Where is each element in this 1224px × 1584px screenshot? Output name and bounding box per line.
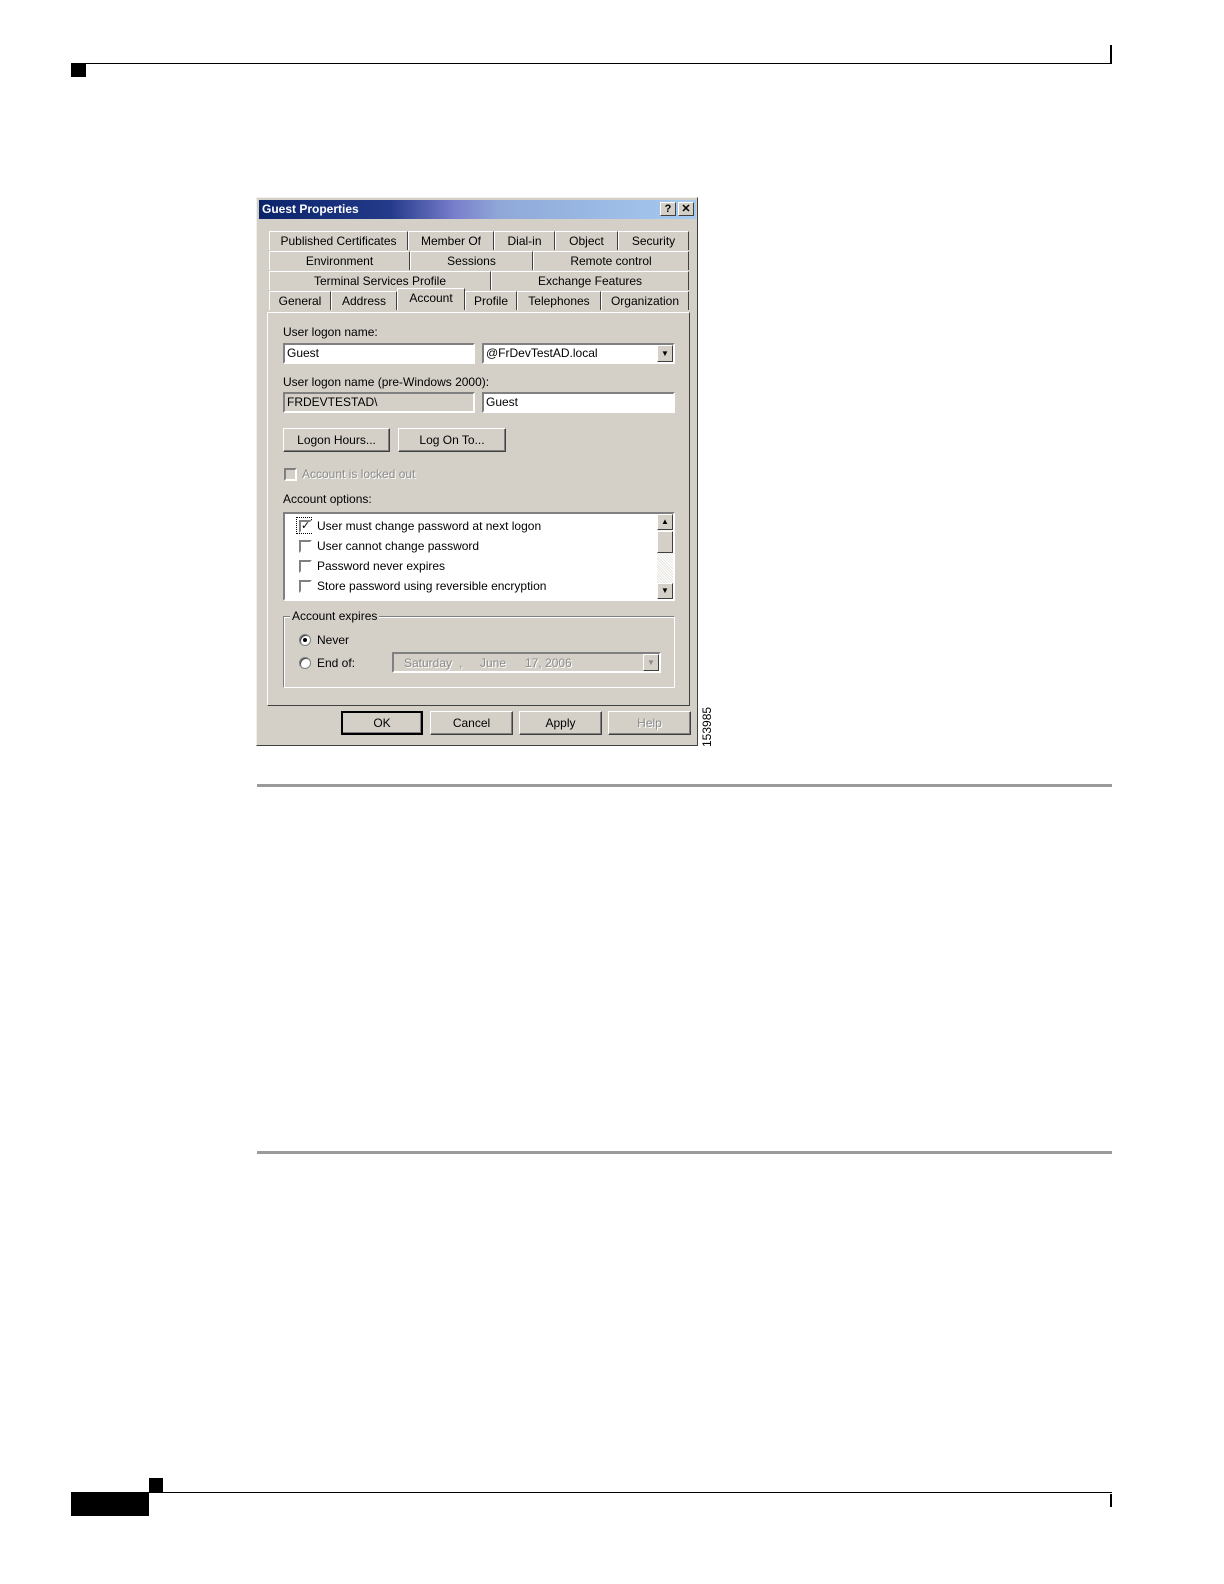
tab-object[interactable]: Object	[555, 231, 618, 250]
section-rule-bottom	[257, 1151, 1112, 1154]
end-of-radio[interactable]	[299, 657, 311, 669]
options-scrollbar[interactable]: ▲ ▼	[657, 514, 673, 599]
locked-out-checkbox	[284, 468, 297, 481]
prewin-logon-input[interactable]: Guest	[482, 392, 675, 413]
tab-profile[interactable]: Profile	[465, 291, 517, 310]
footer-rule	[71, 1492, 1112, 1493]
domain-select[interactable]: @FrDevTestAD.local ▼	[482, 343, 675, 364]
end-of-date-picker: Saturday , June 17, 2006 ▼	[392, 652, 661, 673]
prewin-domain-field: FRDEVTESTAD\	[283, 392, 475, 413]
close-icon[interactable]: ✕	[678, 202, 694, 216]
domain-select-value: @FrDevTestAD.local	[486, 346, 598, 360]
must-change-password-checkbox[interactable]: ✓	[299, 520, 312, 533]
logon-name-input[interactable]: Guest	[283, 343, 475, 364]
date-separator: ,	[459, 656, 463, 670]
chevron-down-icon[interactable]: ▼	[657, 345, 673, 362]
password-never-expires-label: Password never expires	[317, 559, 446, 573]
header-rule	[71, 63, 1112, 64]
date-day-year: 17, 2006	[525, 656, 572, 670]
tab-remote-control[interactable]: Remote control	[533, 251, 689, 270]
locked-out-label: Account is locked out	[302, 467, 416, 481]
scroll-up-icon[interactable]: ▲	[657, 514, 673, 530]
scroll-down-icon[interactable]: ▼	[657, 583, 673, 599]
footer-marker	[149, 1478, 163, 1492]
prewin-logon-label: User logon name (pre-Windows 2000):	[283, 375, 490, 389]
cannot-change-password-label: User cannot change password	[317, 539, 480, 553]
tab-exchange-features[interactable]: Exchange Features	[491, 271, 689, 290]
chevron-down-icon: ▼	[643, 654, 659, 671]
logon-hours-button[interactable]: Logon Hours...	[283, 428, 390, 452]
guest-properties-dialog: Guest Properties ? ✕ Published Certifica…	[256, 197, 698, 746]
tab-environment[interactable]: Environment	[269, 251, 410, 270]
tab-dial-in[interactable]: Dial-in	[494, 231, 555, 250]
radio-selected-icon	[303, 638, 307, 642]
cancel-button[interactable]: Cancel	[430, 711, 513, 735]
footer-page-block	[71, 1492, 149, 1516]
date-month: June	[480, 656, 507, 670]
help-button: Help	[608, 711, 691, 735]
tab-sessions[interactable]: Sessions	[410, 251, 533, 270]
tab-general[interactable]: General	[269, 291, 331, 310]
tab-organization[interactable]: Organization	[601, 291, 689, 310]
tab-address[interactable]: Address	[331, 291, 397, 310]
account-options-list[interactable]: ✓ User must change password at next logo…	[283, 512, 675, 601]
never-radio[interactable]	[299, 634, 311, 646]
must-change-password-label: User must change password at next logon	[317, 519, 542, 533]
ok-button[interactable]: OK	[341, 711, 423, 735]
cannot-change-password-checkbox[interactable]	[299, 540, 312, 553]
tab-member-of[interactable]: Member Of	[408, 231, 494, 250]
dialog-titlebar: Guest Properties ? ✕	[259, 200, 696, 219]
header-tick	[1110, 45, 1112, 64]
tab-security[interactable]: Security	[618, 231, 689, 250]
figure-number: 153985	[700, 706, 714, 747]
account-expires-label: Account expires	[290, 609, 380, 623]
logon-name-label: User logon name:	[283, 325, 378, 339]
date-weekday: Saturday	[404, 656, 453, 670]
help-icon[interactable]: ?	[660, 202, 676, 216]
reversible-encryption-label: Store password using reversible encrypti…	[317, 579, 547, 593]
reversible-encryption-checkbox[interactable]	[299, 580, 312, 593]
footer-tick	[1110, 1494, 1112, 1507]
tab-telephones[interactable]: Telephones	[517, 291, 601, 310]
log-on-to-button[interactable]: Log On To...	[398, 428, 506, 452]
scroll-thumb[interactable]	[657, 531, 673, 553]
dialog-title: Guest Properties	[262, 202, 359, 216]
never-label: Never	[317, 633, 350, 647]
section-rule-top	[257, 784, 1112, 787]
tab-published-certificates[interactable]: Published Certificates	[269, 231, 408, 250]
header-marker	[71, 64, 86, 77]
tab-account[interactable]: Account	[397, 288, 465, 310]
account-options-label: Account options:	[283, 492, 372, 506]
password-never-expires-checkbox[interactable]	[299, 560, 312, 573]
apply-button[interactable]: Apply	[519, 711, 602, 735]
end-of-label: End of:	[317, 656, 356, 670]
